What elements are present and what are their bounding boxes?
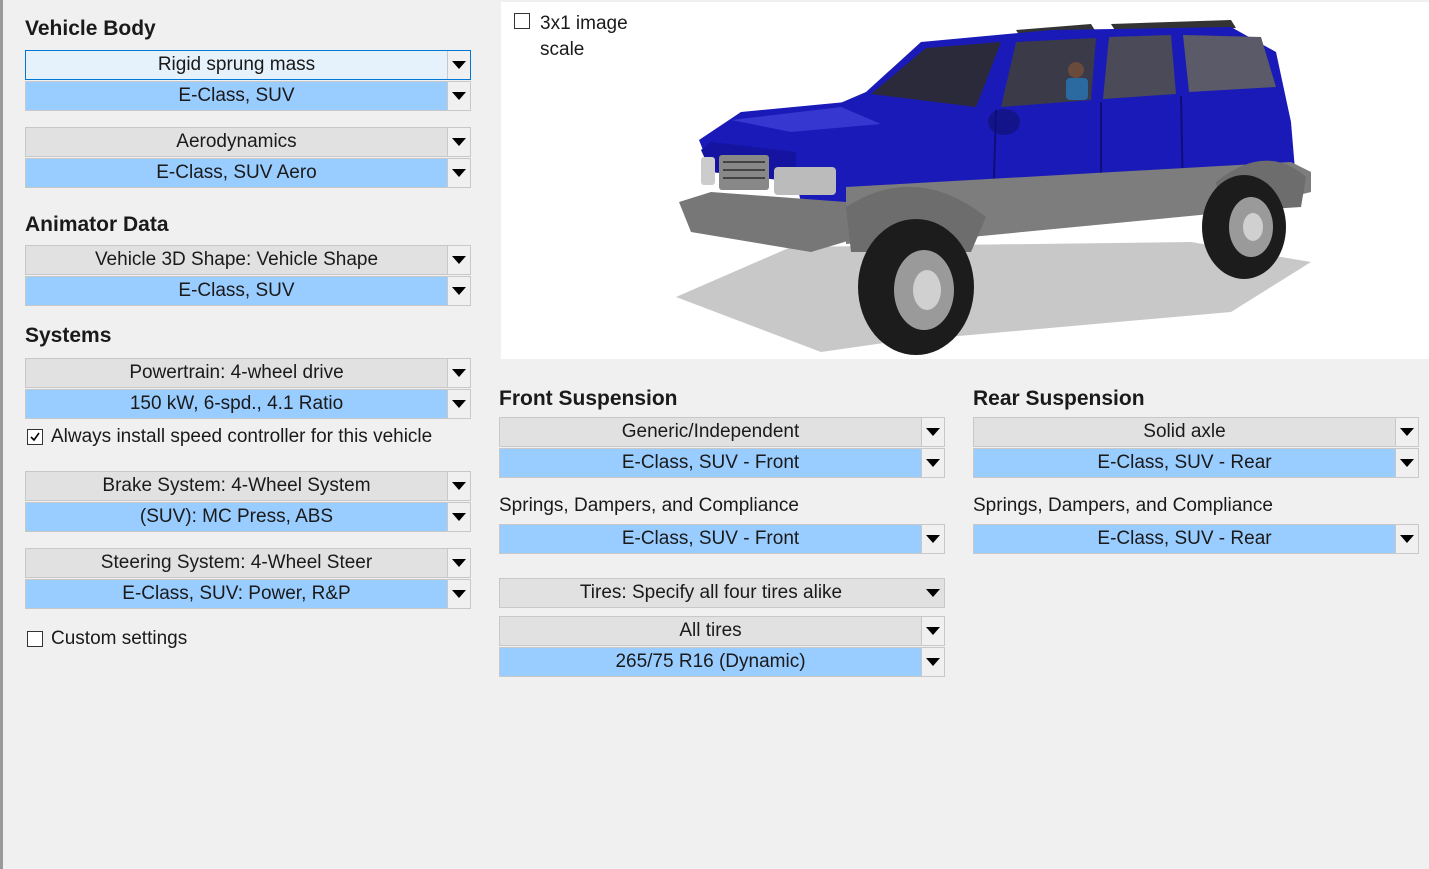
systems-heading: Systems — [25, 324, 112, 347]
rear-suspension-heading: Rear Suspension — [973, 387, 1145, 410]
front-compliance-label: Springs, Dampers, and Compliance — [499, 495, 799, 516]
window-left-border — [0, 0, 3, 869]
rear-compliance-dataset-dropdown[interactable]: E-Class, SUV - Rear — [973, 524, 1419, 554]
chevron-down-icon[interactable] — [922, 579, 944, 607]
dropdown-label: Steering System: 4-Wheel Steer — [100, 552, 373, 573]
powertrain-type-dropdown[interactable]: Powertrain: 4-wheel drive — [25, 358, 471, 388]
speed-controller-checkbox[interactable]: Always install speed controller for this… — [27, 426, 432, 448]
powertrain-dataset-dropdown[interactable]: 150 kW, 6-spd., 4.1 Ratio — [25, 389, 471, 419]
front-suspension-heading: Front Suspension — [499, 387, 678, 410]
custom-settings-label: Custom settings — [51, 628, 188, 649]
chevron-down-icon[interactable] — [921, 449, 944, 477]
brake-dataset-dropdown[interactable]: (SUV): MC Press, ABS — [25, 502, 471, 532]
chevron-down-icon[interactable] — [447, 580, 470, 608]
dropdown-label: Rigid sprung mass — [157, 54, 316, 75]
front-kinematics-type-dropdown[interactable]: Generic/Independent — [499, 417, 945, 447]
chevron-down-icon[interactable] — [447, 51, 470, 79]
dropdown-label: Vehicle 3D Shape: Vehicle Shape — [94, 249, 379, 270]
image-scale-label-line1: 3x1 image — [540, 13, 628, 34]
chevron-down-icon[interactable] — [447, 503, 470, 531]
chevron-down-icon[interactable] — [447, 128, 470, 156]
chevron-down-icon[interactable] — [447, 159, 470, 187]
dropdown-label: Brake System: 4-Wheel System — [102, 475, 371, 496]
front-kinematics-dataset-dropdown[interactable]: E-Class, SUV - Front — [499, 448, 945, 478]
aerodynamics-type-dropdown[interactable]: Aerodynamics — [25, 127, 471, 157]
image-scale-checkbox[interactable]: 3x1 image scale — [514, 11, 628, 63]
chevron-down-icon[interactable] — [447, 549, 470, 577]
speed-controller-label: Always install speed controller for this… — [51, 426, 433, 447]
dropdown-label: E-Class, SUV: Power, R&P — [122, 583, 351, 604]
dropdown-label: E-Class, SUV — [178, 280, 295, 301]
dropdown-label: Solid axle — [1143, 421, 1226, 442]
front-compliance-dataset-dropdown[interactable]: E-Class, SUV - Front — [499, 524, 945, 554]
brake-type-dropdown[interactable]: Brake System: 4-Wheel System — [25, 471, 471, 501]
rear-kinematics-dataset-dropdown[interactable]: E-Class, SUV - Rear — [973, 448, 1419, 478]
dropdown-label: E-Class, SUV - Rear — [1097, 452, 1272, 473]
chevron-down-icon[interactable] — [921, 648, 944, 676]
chevron-down-icon[interactable] — [447, 277, 470, 305]
chevron-down-icon[interactable] — [447, 390, 470, 418]
tires-group-dropdown[interactable]: All tires — [499, 616, 945, 646]
dropdown-label: 150 kW, 6-spd., 4.1 Ratio — [129, 393, 344, 414]
image-scale-label-line2: scale — [540, 39, 585, 60]
rear-compliance-label: Springs, Dampers, and Compliance — [973, 495, 1273, 516]
vehicle-body-heading: Vehicle Body — [25, 17, 156, 40]
chevron-down-icon[interactable] — [1395, 449, 1418, 477]
vehicle-image-panel: 3x1 image scale — [501, 2, 1429, 359]
dropdown-label: Aerodynamics — [176, 131, 297, 152]
rear-kinematics-type-dropdown[interactable]: Solid axle — [973, 417, 1419, 447]
chevron-down-icon[interactable] — [921, 617, 944, 645]
dropdown-label: Powertrain: 4-wheel drive — [129, 362, 344, 383]
dropdown-label: Tires: Specify all four tires alike — [579, 582, 843, 603]
checkbox-unchecked-icon[interactable] — [514, 13, 530, 29]
tires-dataset-dropdown[interactable]: 265/75 R16 (Dynamic) — [499, 647, 945, 677]
chevron-down-icon[interactable] — [1395, 418, 1418, 446]
chevron-down-icon[interactable] — [447, 246, 470, 274]
chevron-down-icon[interactable] — [447, 359, 470, 387]
dropdown-label: 265/75 R16 (Dynamic) — [615, 651, 806, 672]
chevron-down-icon[interactable] — [1395, 525, 1418, 553]
aerodynamics-dataset-dropdown[interactable]: E-Class, SUV Aero — [25, 158, 471, 188]
chevron-down-icon[interactable] — [921, 418, 944, 446]
suv-vehicle-image — [676, 20, 1311, 355]
checkbox-checked-icon[interactable] — [27, 429, 43, 445]
dropdown-label: E-Class, SUV — [178, 85, 295, 106]
dropdown-label: E-Class, SUV Aero — [156, 162, 317, 183]
dropdown-label: Generic/Independent — [621, 421, 800, 442]
dropdown-label: E-Class, SUV - Rear — [1097, 528, 1272, 549]
vehicle-shape-type-dropdown[interactable]: Vehicle 3D Shape: Vehicle Shape — [25, 245, 471, 275]
custom-settings-checkbox[interactable]: Custom settings — [27, 628, 187, 650]
chevron-down-icon[interactable] — [921, 525, 944, 553]
dropdown-label: E-Class, SUV - Front — [621, 528, 800, 549]
dropdown-label: All tires — [679, 620, 742, 641]
vehicle-shape-dataset-dropdown[interactable]: E-Class, SUV — [25, 276, 471, 306]
tires-mode-dropdown[interactable]: Tires: Specify all four tires alike — [499, 578, 945, 608]
chevron-down-icon[interactable] — [447, 472, 470, 500]
steering-type-dropdown[interactable]: Steering System: 4-Wheel Steer — [25, 548, 471, 578]
checkbox-unchecked-icon[interactable] — [27, 631, 43, 647]
steering-dataset-dropdown[interactable]: E-Class, SUV: Power, R&P — [25, 579, 471, 609]
sprung-mass-type-dropdown[interactable]: Rigid sprung mass — [25, 50, 471, 80]
dropdown-label: E-Class, SUV - Front — [621, 452, 800, 473]
chevron-down-icon[interactable] — [447, 82, 470, 110]
sprung-mass-dataset-dropdown[interactable]: E-Class, SUV — [25, 81, 471, 111]
animator-data-heading: Animator Data — [25, 213, 169, 236]
dropdown-label: (SUV): MC Press, ABS — [139, 506, 334, 527]
